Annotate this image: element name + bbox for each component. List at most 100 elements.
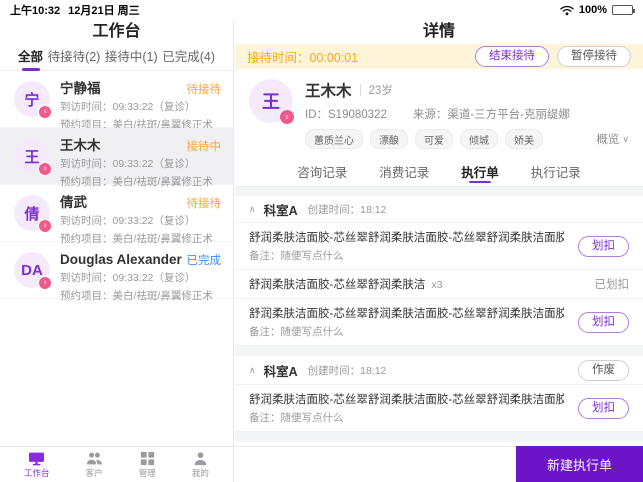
bottom-tab-customers[interactable]: 客户	[86, 451, 103, 479]
chevron-down-icon: ∨	[622, 133, 629, 144]
item-status: 已划扣	[594, 279, 630, 291]
avatar: 王 ♀	[249, 79, 295, 125]
gender-badge-icon: ♀	[38, 219, 52, 233]
detail-title: 详情	[422, 23, 455, 40]
end-reception-button[interactable]: 结束接待	[475, 46, 549, 67]
patient-row[interactable]: DA ♀ Douglas Alexander 到访时间：09:33:22（复诊）…	[0, 242, 233, 302]
status-badge: 接待中	[186, 141, 222, 153]
item-name: 舒润柔肤洁面胶-芯丝翠舒润柔肤洁面胶-芯丝翠舒润柔肤洁面胶-芯丝翠舒...	[249, 394, 564, 406]
gender-badge-icon: ♀	[38, 105, 52, 119]
item-name: 舒润柔肤洁面胶-芯丝翠舒润柔肤洁面胶-芯丝翠舒润柔肤洁面胶-芯丝翠	[249, 308, 564, 320]
monitor-icon	[29, 452, 45, 465]
avatar: 王 ♀	[14, 138, 52, 176]
patient-row[interactable]: 宁 ♀ 宁静福 到访时间：09:33:22（复诊） 预约项目：美白/祛斑/鼻翼修…	[0, 71, 233, 131]
avatar-initial: 王	[24, 148, 40, 166]
tag: 娇美	[505, 129, 543, 149]
created-time: 创建时间：18:12	[307, 364, 387, 377]
timer-value: 00:00:01	[309, 51, 359, 65]
visit-time: 到访时间：09:33:22（复诊）	[60, 101, 196, 113]
gender-badge-icon: ♀	[38, 162, 52, 176]
tab-waiting[interactable]: 待接待(2)	[48, 46, 101, 69]
patient-list: 宁 ♀ 宁静福 到访时间：09:33:22（复诊） 预约项目：美白/祛斑/鼻翼修…	[0, 71, 233, 302]
record-tabs: 咨询记录 消费记录 执行单 执行记录	[235, 157, 643, 187]
bottom-tab-label: 管理	[138, 467, 156, 478]
avatar: 宁 ♀	[14, 81, 52, 119]
grid-icon	[140, 451, 154, 465]
status-time: 上午10:32	[10, 5, 61, 17]
status-badge: 待接待	[186, 198, 222, 210]
status-badge: 已完成	[186, 255, 222, 267]
exec-item: 舒润柔肤洁面胶-芯丝翠舒润柔肤洁面胶-芯丝翠舒润柔肤洁面胶-芯丝翠舒...x2 …	[235, 223, 643, 270]
exec-order-list: ∧ 科室A 创建时间：18:12 舒润柔肤洁面胶-芯丝翠舒润柔肤洁面胶-芯丝翠舒…	[235, 187, 643, 446]
exec-item: 舒润柔肤洁面胶-芯丝翠舒润柔肤洁 x3 已划扣	[235, 270, 643, 299]
collapse-icon[interactable]: ∧	[249, 365, 256, 376]
tab-exec-orders[interactable]: 执行单	[461, 157, 499, 186]
patient-row-selected[interactable]: 王 ♀ 王木木 到访时间：09:33:22（复诊） 预约项目：美白/祛斑/鼻翼修…	[0, 128, 233, 188]
bottom-tab-label: 工作台	[24, 467, 50, 478]
bottom-tab-management[interactable]: 管理	[139, 451, 156, 479]
tab-consume-records[interactable]: 消费记录	[379, 157, 429, 186]
patient-filter-tabs: 全部 待接待(2) 接待中(1) 已完成(4)	[0, 44, 233, 71]
people-icon	[86, 452, 102, 464]
spacer	[235, 346, 643, 356]
avatar-initial: DA	[21, 261, 43, 279]
app-screen: 上午10:32 12月21日 周三 100% 工作台 全部 待接待(2) 接待中…	[0, 0, 643, 482]
battery-icon	[612, 5, 635, 15]
wifi-icon	[560, 5, 574, 15]
tab-all[interactable]: 全部	[18, 46, 43, 69]
deduct-button[interactable]: 划扣	[578, 235, 629, 257]
tag: 漂酿	[370, 129, 408, 149]
deduct-button[interactable]: 划扣	[578, 311, 629, 333]
bottom-tab-label: 我的	[191, 467, 209, 478]
pause-reception-button[interactable]: 暂停接待	[557, 46, 631, 67]
detail-panel: 详情 接待时间：00:00:01 结束接待 暂停接待 王 ♀ 王木木 23岁 I…	[235, 20, 643, 446]
tab-receiving[interactable]: 接待中(1)	[105, 46, 158, 69]
bottom-tab-mine[interactable]: 我的	[192, 451, 209, 479]
deduct-button[interactable]: 划扣	[578, 397, 629, 419]
tab-consult-records[interactable]: 咨询记录	[297, 157, 347, 186]
item-note: 备注：随便写点什么	[249, 250, 344, 262]
battery-percent: 100%	[578, 4, 607, 16]
department-name: 科室A	[263, 203, 298, 218]
item-name: 舒润柔肤洁面胶-芯丝翠舒润柔肤洁面胶-芯丝翠舒润柔肤洁面胶-芯丝翠舒...	[249, 232, 564, 244]
patient-detail-header: 王 ♀ 王木木 23岁 ID：S19080322 来源：渠道-三方平台-克丽缇娜…	[235, 69, 643, 157]
bottom-tab-workbench[interactable]: 工作台	[24, 451, 50, 479]
patient-source: 来源：渠道-三方平台-克丽缇娜	[412, 109, 571, 121]
overview-toggle[interactable]: 概览 ∨	[596, 131, 629, 147]
avatar-initial: 王	[262, 92, 280, 112]
visit-time: 到访时间：09:33:22（复诊）	[60, 272, 196, 284]
tag: 倾城	[460, 129, 498, 149]
item-count: x3	[431, 279, 443, 291]
created-time: 创建时间：18:12	[307, 203, 387, 216]
exec-item: 舒润柔肤洁面胶-芯丝翠舒润柔肤洁面胶-芯丝翠舒润柔肤洁面胶-芯丝翠舒...x2 …	[235, 385, 643, 432]
gender-badge-icon: ♀	[38, 276, 52, 290]
tab-exec-records[interactable]: 执行记录	[531, 157, 581, 186]
patient-id: ID：S19080322	[305, 109, 387, 121]
bottom-tab-bar: 工作台 客户 管理 我的 新建执行单	[0, 446, 643, 482]
avatar-initial: 倩	[24, 205, 40, 223]
item-note: 备注：随便写点什么	[249, 326, 344, 338]
avatar-initial: 宁	[24, 91, 40, 109]
patient-age: 23岁	[368, 85, 393, 97]
visit-time: 到访时间：09:33:22（复诊）	[60, 215, 196, 227]
tab-finished[interactable]: 已完成(4)	[162, 46, 215, 69]
visit-time: 到访时间：09:33:22（复诊）	[60, 158, 196, 170]
spacer	[235, 432, 643, 442]
status-badge: 待接待	[186, 84, 222, 96]
bottom-tab-label: 客户	[85, 467, 103, 478]
patient-row[interactable]: 倩 ♀ 倩武 到访时间：09:33:22（复诊） 预约项目：美白/祛斑/鼻翼修正…	[0, 185, 233, 245]
tag: 可爱	[415, 129, 453, 149]
status-date: 12月21日 周三	[68, 5, 140, 17]
tag: 蕙质兰心	[305, 129, 363, 149]
new-exec-order-button[interactable]: 新建执行单	[516, 446, 643, 482]
department-name: 科室A	[263, 364, 298, 379]
item-name: 舒润柔肤洁面胶-芯丝翠舒润柔肤洁	[249, 279, 426, 291]
avatar: DA ♀	[14, 252, 52, 290]
avatar: 倩 ♀	[14, 195, 52, 233]
exec-group-header: ∧ 科室A 创建时间：18:12	[235, 196, 643, 223]
void-button[interactable]: 作废	[578, 359, 629, 381]
gender-badge-icon: ♀	[279, 109, 295, 125]
workbench-panel: 工作台 全部 待接待(2) 接待中(1) 已完成(4) 宁 ♀ 宁静福 到访时间…	[0, 20, 234, 446]
collapse-icon[interactable]: ∧	[249, 204, 256, 215]
person-icon	[194, 451, 207, 465]
